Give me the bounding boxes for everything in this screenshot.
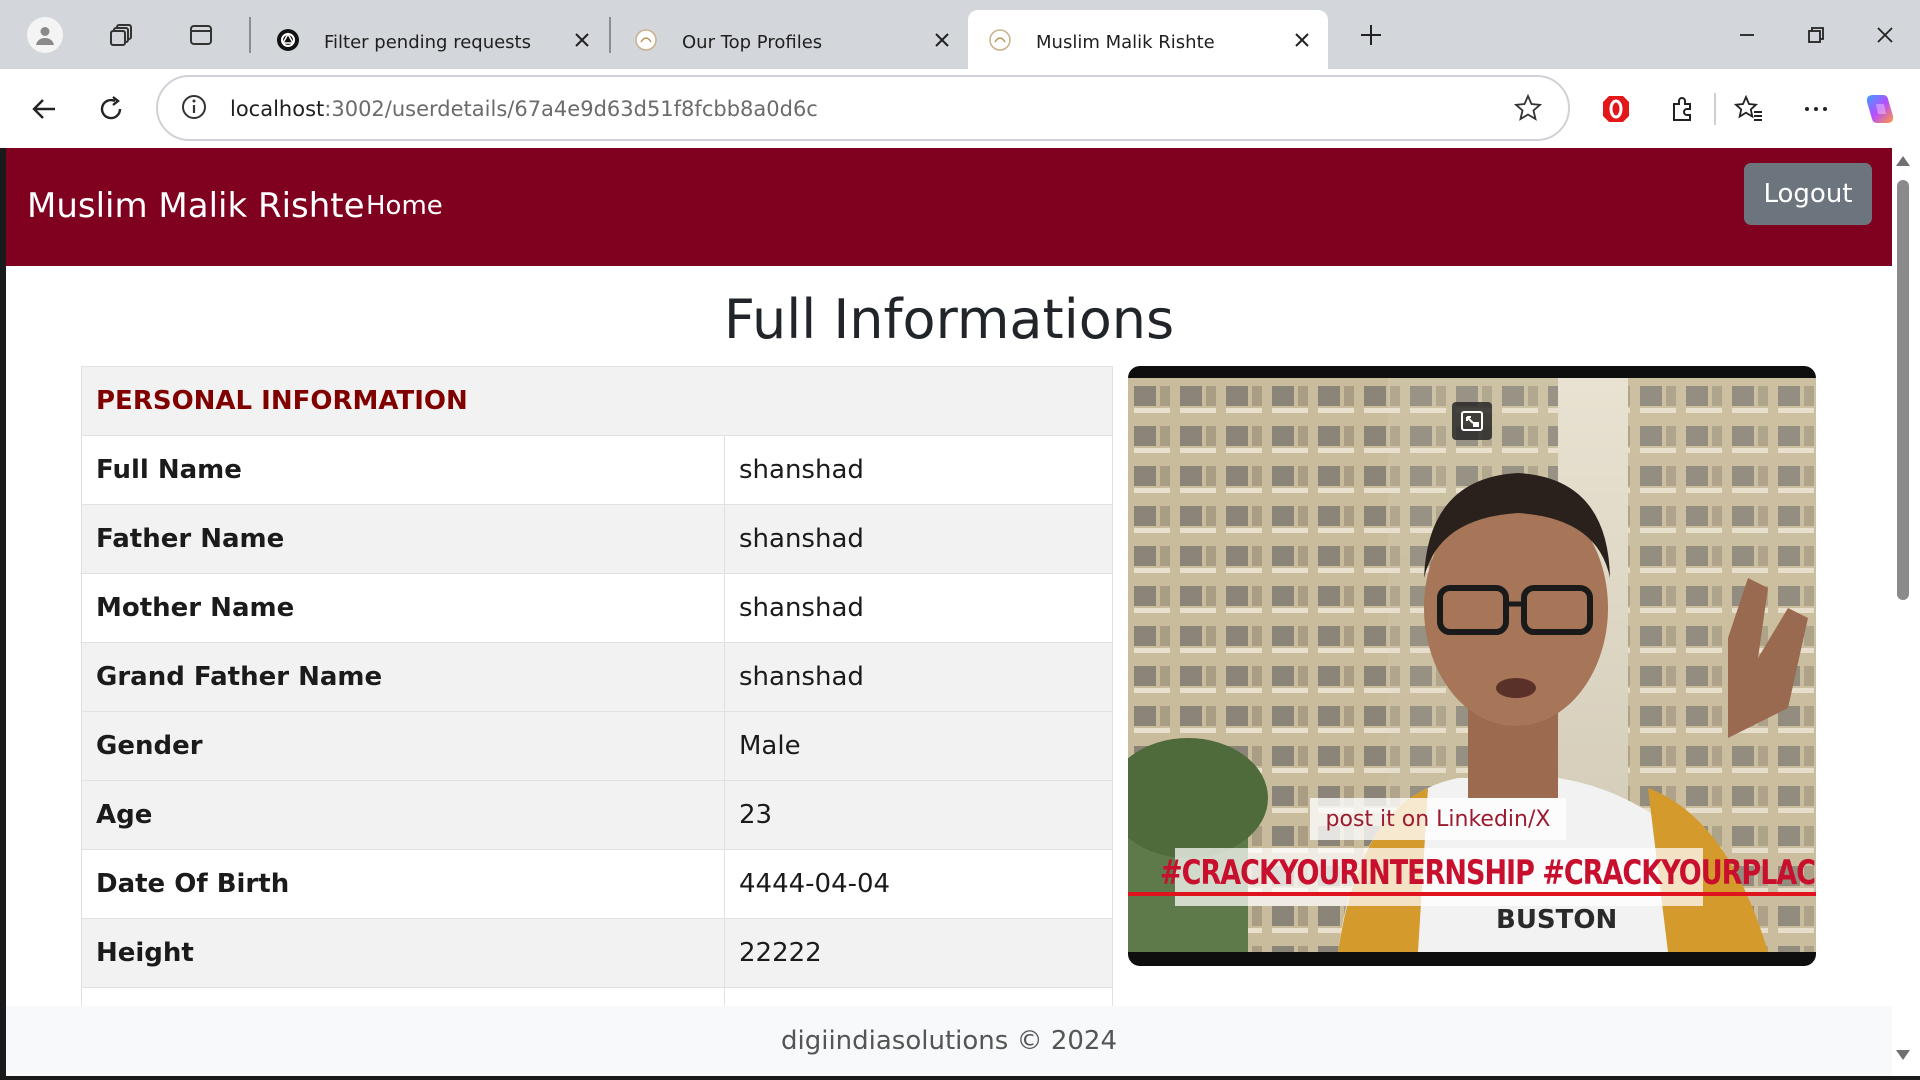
section-heading: PERSONAL INFORMATION <box>81 366 1113 436</box>
profile-icon <box>27 17 63 53</box>
table-row: Gender Male <box>81 711 1113 781</box>
site-favicon-icon <box>988 28 1012 52</box>
minimize-button[interactable] <box>1724 14 1770 56</box>
site-info-icon[interactable] <box>180 93 208 126</box>
scroll-up-arrow-icon[interactable] <box>1896 156 1910 166</box>
tab-title: Filter pending requests <box>324 32 531 53</box>
extensions-button[interactable] <box>1660 87 1704 131</box>
video-progress-line <box>1128 892 1816 896</box>
url-host: localhost <box>230 97 325 121</box>
copilot-icon <box>1866 95 1894 123</box>
plus-icon <box>1361 25 1381 45</box>
refresh-icon <box>100 96 122 120</box>
row-value: 4444-04-04 <box>724 849 1113 919</box>
personal-info-table: PERSONAL INFORMATION Full Name shanshad … <box>81 366 1113 1057</box>
video-player[interactable]: BUSTON post it on Linkedin/X #CRACKYOURI… <box>1128 366 1816 966</box>
row-label: Mother Name <box>81 573 725 643</box>
close-icon <box>1877 27 1893 43</box>
video-caption-primary: post it on Linkedin/X <box>1310 798 1566 840</box>
page-viewport: Muslim Malik Rishte Home Logout Full Inf… <box>6 148 1892 1076</box>
tab-actions-icon <box>190 25 212 45</box>
picture-in-picture-button[interactable] <box>1452 402 1492 440</box>
tab-title: Muslim Malik Rishte <box>1036 32 1215 53</box>
extensions-icon <box>1673 97 1691 121</box>
restore-button[interactable] <box>1793 14 1839 56</box>
workspaces-button[interactable] <box>102 14 144 56</box>
url-text: localhost:3002/userdetails/67a4e9d63d51f… <box>230 97 818 121</box>
table-row: Date Of Birth 4444-04-04 <box>81 849 1113 919</box>
scroll-down-arrow-icon[interactable] <box>1896 1050 1910 1060</box>
tab-title: Our Top Profiles <box>682 32 823 53</box>
favorites-icon <box>1734 94 1762 121</box>
profile-button[interactable] <box>24 14 66 56</box>
row-label: Height <box>81 918 725 988</box>
chatgpt-icon <box>276 28 300 52</box>
close-icon[interactable] <box>930 28 954 52</box>
vertical-tabs-button[interactable] <box>180 14 222 56</box>
address-bar[interactable]: localhost:3002/userdetails/67a4e9d63d51f… <box>156 75 1570 141</box>
logout-button[interactable]: Logout <box>1744 163 1872 225</box>
back-icon <box>32 99 55 119</box>
table-row: Full Name shanshad <box>81 435 1113 505</box>
video-caption-hashtags: #CRACKYOURINTERNSHIP #CRACKYOURPLACEMENT <box>1160 854 1816 893</box>
refresh-button[interactable] <box>89 87 133 131</box>
row-label: Full Name <box>81 435 725 505</box>
favorite-star-icon[interactable] <box>1513 93 1543 127</box>
close-icon[interactable] <box>570 28 594 52</box>
page-footer: digiindiasolutions © 2024 <box>6 1006 1892 1076</box>
page-scrollbar[interactable] <box>1892 148 1920 1076</box>
row-value: 23 <box>724 780 1113 850</box>
opera-icon <box>1603 96 1629 122</box>
site-navbar: Muslim Malik Rishte Home Logout <box>6 148 1892 266</box>
tab-separator <box>249 17 251 53</box>
minimize-icon <box>1740 34 1754 36</box>
table-row: Father Name shanshad <box>81 504 1113 574</box>
close-window-button[interactable] <box>1862 14 1908 56</box>
tab-separator <box>609 17 611 53</box>
close-icon[interactable] <box>1290 28 1314 52</box>
table-row: Height 22222 <box>81 918 1113 988</box>
tab-top-profiles[interactable]: Our Top Profiles <box>614 10 968 69</box>
workspaces-icon <box>110 24 132 46</box>
url-path: :3002/userdetails/67a4e9d63d51f8fcbb8a0d… <box>324 97 818 121</box>
row-label: Father Name <box>81 504 725 574</box>
row-label: Age <box>81 780 725 850</box>
tab-filter-pending[interactable]: Filter pending requests <box>256 10 608 69</box>
row-value: shanshad <box>724 573 1113 643</box>
page-title: Full Informations <box>723 288 1175 351</box>
row-value: shanshad <box>724 504 1113 574</box>
table-row: Age 23 <box>81 780 1113 850</box>
back-button[interactable] <box>22 87 66 131</box>
new-tab-button[interactable] <box>1350 14 1392 56</box>
copilot-button[interactable] <box>1858 87 1902 131</box>
restore-icon <box>1808 27 1824 43</box>
table-row: Grand Father Name shanshad <box>81 642 1113 712</box>
browser-toolbar: localhost:3002/userdetails/67a4e9d63d51f… <box>0 69 1920 148</box>
row-label: Grand Father Name <box>81 642 725 712</box>
row-value: 22222 <box>724 918 1113 988</box>
row-value: shanshad <box>724 435 1113 505</box>
browser-tab-bar: Filter pending requests Our Top Profiles… <box>0 0 1920 69</box>
picture-in-picture-icon <box>1461 411 1483 431</box>
site-favicon-icon <box>634 28 658 52</box>
shirt-text: BUSTON <box>1496 905 1617 935</box>
opera-extension-button[interactable] <box>1594 87 1638 131</box>
footer-copyright: digiindiasolutions © 2024 <box>780 1026 1118 1056</box>
navbar-brand[interactable]: Muslim Malik Rishte <box>27 186 365 226</box>
more-icon <box>1805 107 1827 111</box>
tab-muslim-malik-rishte[interactable]: Muslim Malik Rishte <box>968 10 1328 69</box>
favorites-button[interactable] <box>1727 87 1771 131</box>
row-label: Date Of Birth <box>81 849 725 919</box>
toolbar-divider <box>1714 93 1716 125</box>
scroll-thumb[interactable] <box>1897 180 1909 600</box>
row-label: Gender <box>81 711 725 781</box>
row-value: Male <box>724 711 1113 781</box>
more-button[interactable] <box>1794 87 1838 131</box>
row-value: shanshad <box>724 642 1113 712</box>
table-row: Mother Name shanshad <box>81 573 1113 643</box>
nav-home-link[interactable]: Home <box>366 191 443 221</box>
